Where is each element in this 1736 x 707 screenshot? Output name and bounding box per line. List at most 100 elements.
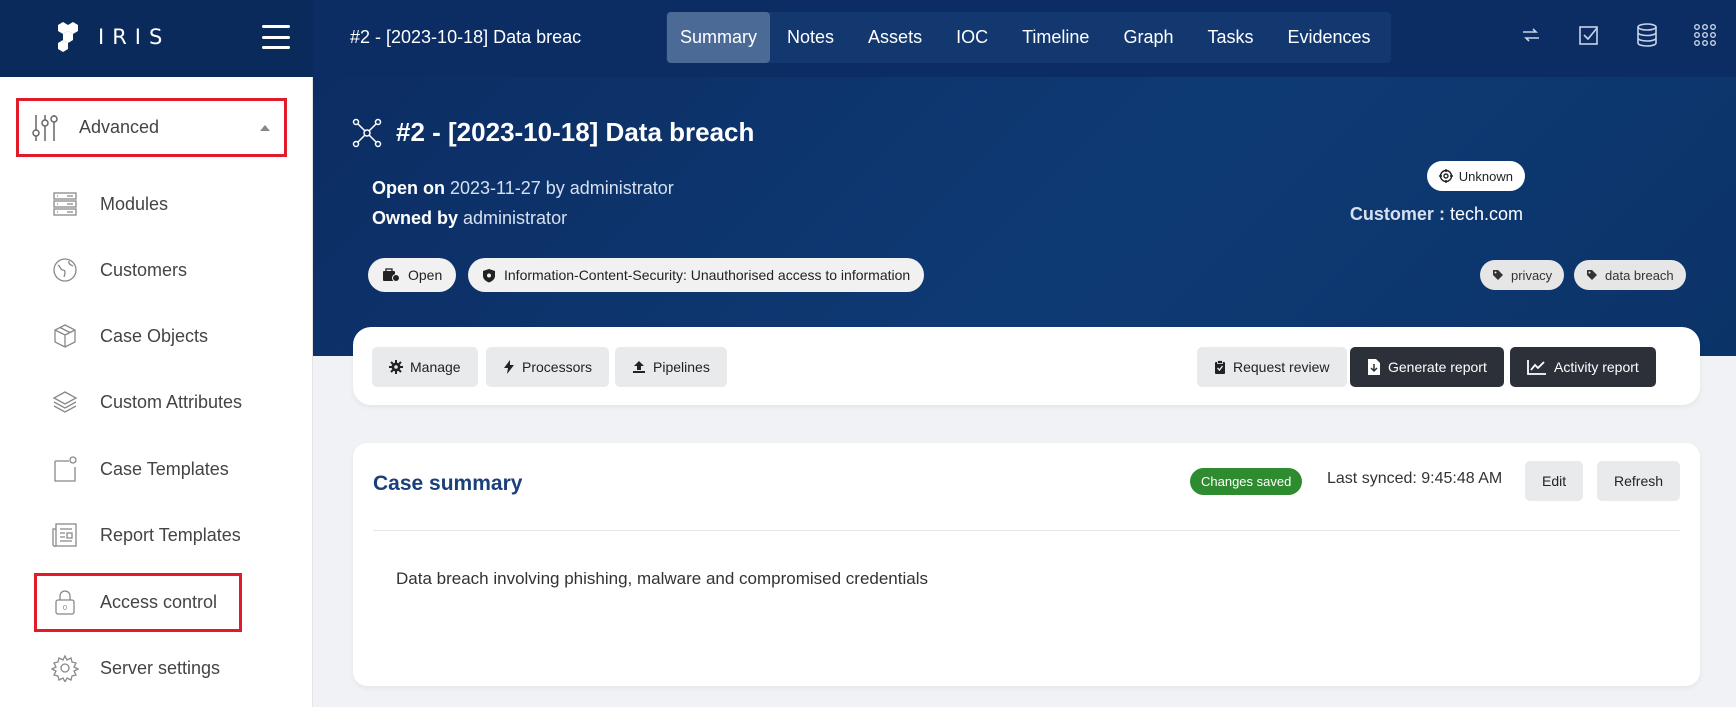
sidebar-item-label: Case Objects <box>100 325 209 346</box>
template-icon <box>50 454 80 484</box>
divider <box>373 530 1680 531</box>
case-classification-label: Information-Content-Security: Unauthoris… <box>504 267 911 283</box>
layers-icon <box>50 387 80 417</box>
gear-icon <box>389 360 403 374</box>
pipelines-button[interactable]: Pipelines <box>615 347 727 387</box>
last-synced-text: Last synced: 9:45:48 AM <box>1327 470 1503 487</box>
open-on-label: Open on <box>372 178 445 198</box>
sidebar-section-advanced[interactable]: Advanced <box>16 98 287 157</box>
server-icon <box>50 189 80 219</box>
line-chart-icon <box>1527 360 1546 375</box>
tab-summary[interactable]: Summary <box>667 12 771 63</box>
sidebar-item-case-templates[interactable]: Case Templates <box>50 449 229 489</box>
sidebar-item-report-templates[interactable]: Report Templates <box>50 515 241 555</box>
sidebar-item-modules[interactable]: Modules <box>50 184 168 224</box>
sidebar-section-label: Advanced <box>79 117 160 137</box>
customer-value[interactable]: tech.com <box>1450 204 1523 224</box>
sidebar-item-server-settings[interactable]: Server settings <box>50 648 220 688</box>
case-summary-title: Case summary <box>373 472 523 495</box>
owned-by-value[interactable]: administrator <box>463 208 567 228</box>
processors-button[interactable]: Processors <box>486 347 610 387</box>
tab-assets[interactable]: Assets <box>851 12 939 63</box>
tag-label: privacy <box>1511 267 1553 283</box>
newspaper-icon <box>50 520 80 550</box>
caret-up-icon <box>260 125 270 131</box>
generate-report-button[interactable]: Generate report <box>1350 347 1504 387</box>
severity-badge[interactable]: Unknown <box>1426 161 1525 191</box>
activity-report-button[interactable]: Activity report <box>1510 347 1656 387</box>
owned-by-label: Owned by <box>372 208 459 228</box>
pipelines-button-label: Pipelines <box>653 359 710 375</box>
tag-icon <box>1493 270 1503 280</box>
case-status-label: Open <box>408 267 443 283</box>
edit-button[interactable]: Edit <box>1525 461 1584 501</box>
open-on-value: 2023-11-27 by administrator <box>450 178 674 198</box>
sidebar-item-case-objects[interactable]: Case Objects <box>50 316 208 356</box>
sidebar-item-label: Customers <box>100 259 188 280</box>
request-review-label: Request review <box>1233 359 1330 375</box>
sidebar-item-label: Modules <box>100 193 169 214</box>
sidebar-item-label: Case Templates <box>100 458 229 479</box>
tab-ioc[interactable]: IOC <box>939 12 1005 63</box>
case-summary-text[interactable]: Data breach involving phishing, malware … <box>396 569 928 589</box>
globe-icon <box>50 255 80 285</box>
tab-timeline[interactable]: Timeline <box>1005 12 1106 63</box>
sidebar-item-label: Custom Attributes <box>100 391 243 412</box>
iris-logo[interactable]: IRIS <box>52 20 170 54</box>
case-owner-info: Owned by administrator <box>372 208 567 229</box>
case-tabs: Summary Notes Assets IOC Timeline Graph … <box>666 12 1391 63</box>
refresh-button[interactable]: Refresh <box>1597 461 1681 501</box>
top-case-title: #2 - [2023-10-18] Data breac <box>350 27 582 47</box>
case-status-badge[interactable]: Open <box>368 258 457 292</box>
tag-privacy[interactable]: privacy <box>1480 260 1565 290</box>
tab-tasks[interactable]: Tasks <box>1190 12 1270 63</box>
sidebar-item-label: Report Templates <box>100 524 241 545</box>
tab-notes[interactable]: Notes <box>770 12 851 63</box>
sidebar-item-customers[interactable]: Customers <box>50 250 187 290</box>
case-classification-badge[interactable]: Information-Content-Security: Unauthoris… <box>468 258 925 292</box>
sidebar-item-access-control[interactable]: 0 Access control <box>50 582 217 622</box>
customer-info: Customer : tech.com <box>1350 204 1523 225</box>
customer-label: Customer <box>1349 204 1434 224</box>
request-review-button[interactable]: Request review <box>1197 347 1347 387</box>
logo-text: IRIS <box>98 25 171 49</box>
briefcase-icon <box>383 268 400 282</box>
gear-icon <box>50 653 80 683</box>
checkbox-icon[interactable] <box>1576 22 1602 48</box>
case-open-info: Open on 2023-11-27 by administrator <box>372 178 674 199</box>
file-download-icon <box>1368 359 1380 375</box>
sidebar-item-custom-attributes[interactable]: Custom Attributes <box>50 382 242 422</box>
activity-report-label: Activity report <box>1554 359 1639 375</box>
sync-icon[interactable] <box>1518 22 1544 48</box>
apps-grid-icon[interactable] <box>1692 22 1718 48</box>
menu-toggle-button[interactable] <box>262 25 290 49</box>
clipboard-check-icon <box>1215 360 1225 374</box>
manage-button[interactable]: Manage <box>372 347 478 387</box>
tag-label: data breach <box>1605 267 1674 283</box>
database-icon[interactable] <box>1634 22 1660 48</box>
generate-report-label: Generate report <box>1388 359 1487 375</box>
sidebar-item-label: Server settings <box>100 657 221 678</box>
sidebar-item-label: Access control <box>100 591 218 612</box>
changes-saved-badge: Changes saved <box>1190 468 1303 495</box>
tab-evidences[interactable]: Evidences <box>1271 12 1388 63</box>
bolt-icon <box>504 360 514 374</box>
case-heading: #2 - [2023-10-18] Data breach <box>352 117 754 148</box>
tab-graph[interactable]: Graph <box>1106 12 1190 63</box>
tag-icon <box>1587 270 1597 280</box>
box-icon <box>50 321 80 351</box>
sidebar: Advanced Modules Customers Case Objects … <box>0 77 313 707</box>
hexagon-logo-icon <box>58 22 78 52</box>
customer-separator: : <box>1438 204 1445 224</box>
shield-icon <box>483 268 495 282</box>
target-icon <box>1438 169 1453 183</box>
svg-text:0: 0 <box>63 604 67 612</box>
top-navbar: IRIS #2 - [2023-10-18] Data breac Summar… <box>0 0 1736 77</box>
manage-button-label: Manage <box>410 359 461 375</box>
upload-icon <box>633 361 645 373</box>
case-title: #2 - [2023-10-18] Data breach <box>396 117 755 147</box>
tag-data-breach[interactable]: data breach <box>1574 260 1686 290</box>
lock-icon: 0 <box>50 587 80 617</box>
top-icons <box>1518 22 1718 48</box>
network-graph-icon <box>352 118 382 147</box>
